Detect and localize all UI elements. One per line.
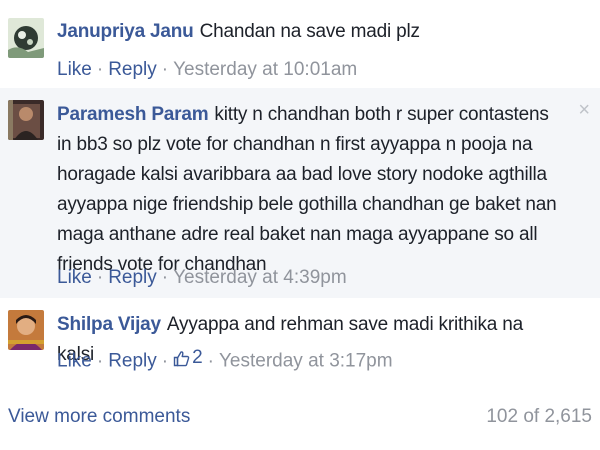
- comment-timestamp[interactable]: Yesterday at 10:01am: [173, 59, 357, 80]
- separator-dot: ·: [161, 59, 169, 80]
- separator-dot: ·: [161, 267, 169, 288]
- separator-dot: ·: [161, 350, 169, 372]
- comment-author[interactable]: Paramesh Param: [57, 104, 209, 125]
- comments-footer: View more comments 102 of 2,615: [0, 388, 600, 450]
- comment-actions: Like · Reply · Yesterday at 10:01am: [57, 58, 357, 82]
- separator-dot: ·: [96, 350, 104, 372]
- avatar[interactable]: [8, 18, 44, 58]
- separator-dot: ·: [96, 59, 104, 80]
- comment-timestamp[interactable]: Yesterday at 3:17pm: [219, 351, 393, 372]
- reply-link[interactable]: Reply: [108, 59, 157, 80]
- comment-actions: Like · Reply · 2 · Yesterday at 3:17pm: [57, 346, 393, 374]
- comment-item: Shilpa Vijay Ayyappa and rehman save madi…: [0, 298, 600, 388]
- reply-link[interactable]: Reply: [108, 267, 157, 288]
- like-count-value: 2: [192, 347, 203, 368]
- comment-actions: Like · Reply · Yesterday at 4:39pm: [57, 266, 347, 290]
- comment-item: × Paramesh Param kitty n chandhan both r …: [0, 88, 600, 298]
- like-count[interactable]: 2: [173, 346, 203, 370]
- comment-author[interactable]: Janupriya Janu: [57, 21, 194, 42]
- like-link[interactable]: Like: [57, 351, 92, 372]
- comment-text: kitty n chandhan both r super contastens…: [57, 104, 557, 275]
- like-link[interactable]: Like: [57, 267, 92, 288]
- like-link[interactable]: Like: [57, 59, 92, 80]
- comment-body: Janupriya Janu Chandan na save madi plz: [57, 17, 564, 47]
- comment-body: Paramesh Param kitty n chandhan both r su…: [57, 100, 564, 280]
- close-icon[interactable]: ×: [578, 100, 590, 120]
- separator-dot: ·: [96, 267, 104, 288]
- comment-text: Chandan na save madi plz: [199, 21, 420, 42]
- comments-panel: Janupriya Janu Chandan na save madi plz L…: [0, 0, 600, 450]
- view-more-comments-link[interactable]: View more comments: [8, 406, 190, 428]
- comment-timestamp[interactable]: Yesterday at 4:39pm: [173, 267, 347, 288]
- comment-item: Janupriya Janu Chandan na save madi plz L…: [0, 0, 600, 88]
- comments-count: 102 of 2,615: [486, 406, 592, 427]
- separator-dot: ·: [207, 350, 214, 372]
- reply-link[interactable]: Reply: [108, 351, 157, 372]
- avatar[interactable]: [8, 100, 44, 140]
- comment-author[interactable]: Shilpa Vijay: [57, 314, 161, 335]
- avatar[interactable]: [8, 310, 44, 350]
- thumbs-up-icon: [173, 350, 190, 367]
